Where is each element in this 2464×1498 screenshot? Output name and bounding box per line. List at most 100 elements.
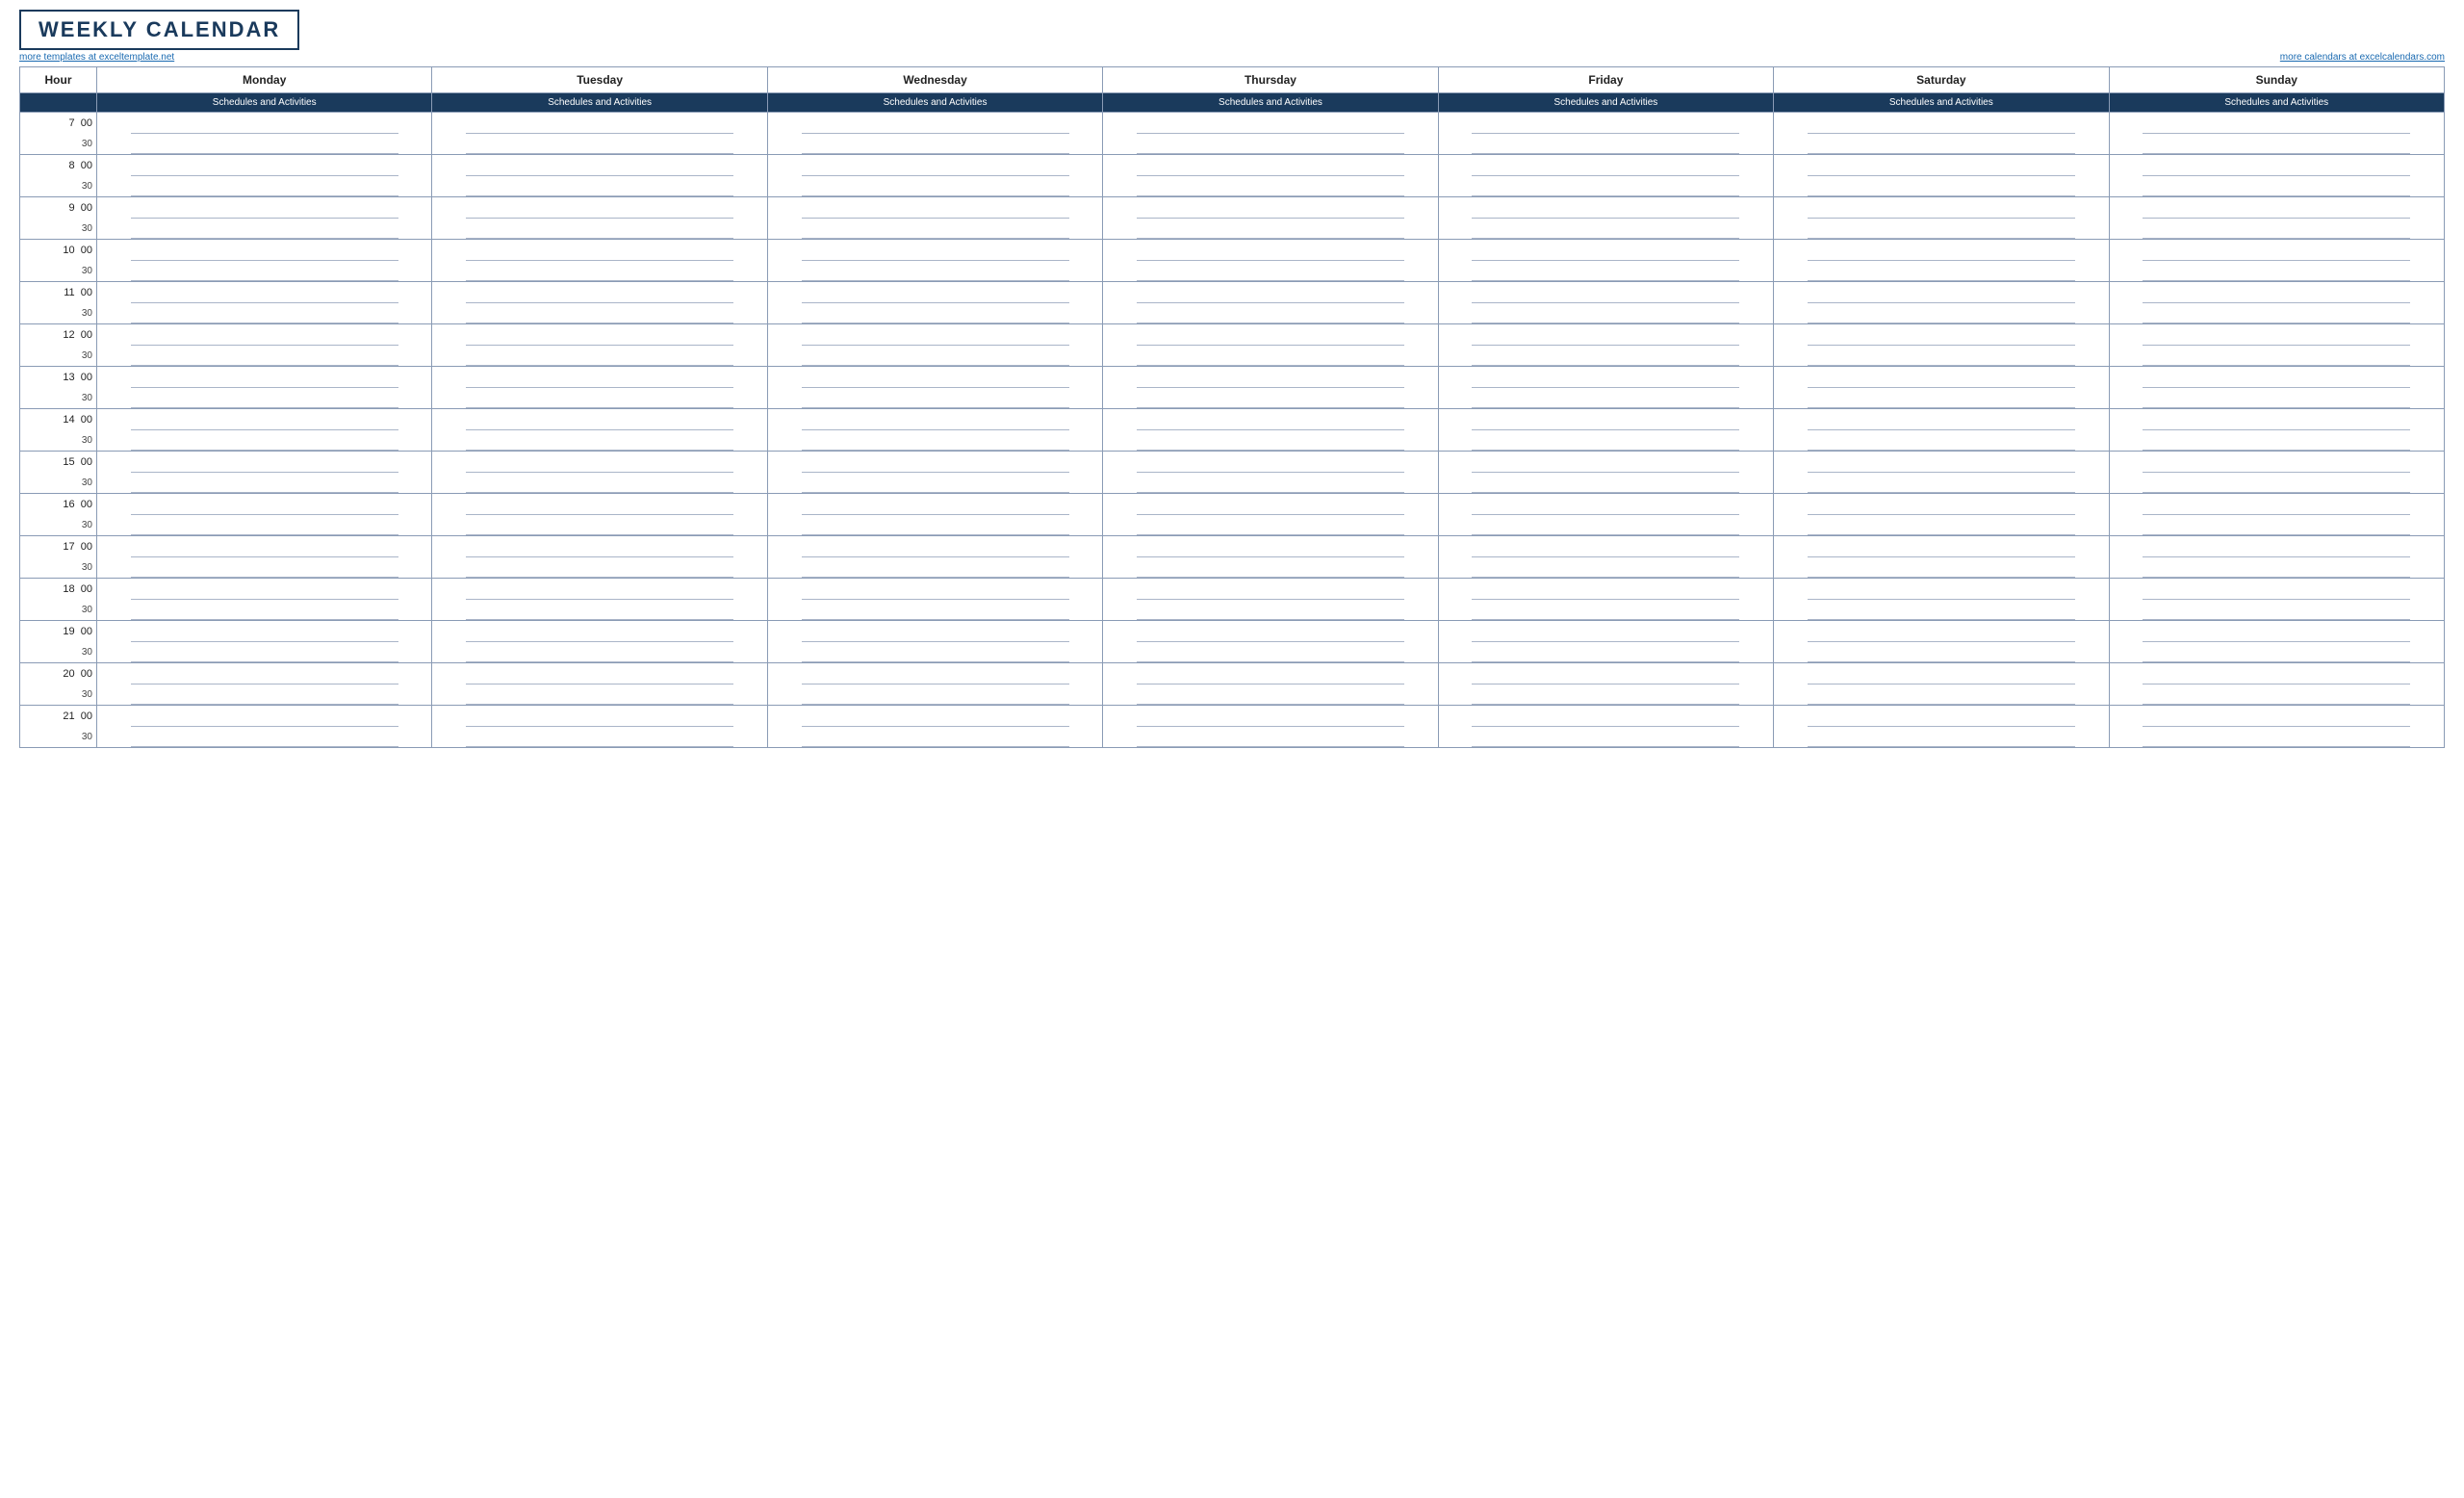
schedule-cell[interactable]: [767, 430, 1102, 452]
schedule-cell[interactable]: [1438, 642, 1773, 663]
schedule-cell[interactable]: [1103, 240, 1438, 261]
schedule-cell[interactable]: [1103, 303, 1438, 324]
schedule-cell[interactable]: [1438, 282, 1773, 303]
schedule-cell[interactable]: [97, 409, 432, 430]
schedule-cell[interactable]: [767, 367, 1102, 388]
schedule-cell[interactable]: [767, 261, 1102, 282]
schedule-cell[interactable]: [1774, 303, 2109, 324]
schedule-cell[interactable]: [432, 367, 767, 388]
schedule-cell[interactable]: [1103, 663, 1438, 684]
schedule-cell[interactable]: [2109, 197, 2444, 219]
schedule-cell[interactable]: [1438, 452, 1773, 473]
schedule-cell[interactable]: [2109, 324, 2444, 346]
schedule-cell[interactable]: [1103, 176, 1438, 197]
schedule-cell[interactable]: [2109, 452, 2444, 473]
schedule-cell[interactable]: [97, 134, 432, 155]
schedule-cell[interactable]: [97, 621, 432, 642]
link-right[interactable]: more calendars at excelcalendars.com: [2280, 52, 2445, 63]
schedule-cell[interactable]: [97, 176, 432, 197]
schedule-cell[interactable]: [432, 261, 767, 282]
schedule-cell[interactable]: [1438, 409, 1773, 430]
schedule-cell[interactable]: [432, 303, 767, 324]
schedule-cell[interactable]: [1438, 134, 1773, 155]
schedule-cell[interactable]: [97, 473, 432, 494]
schedule-cell[interactable]: [2109, 113, 2444, 134]
schedule-cell[interactable]: [1438, 155, 1773, 176]
schedule-cell[interactable]: [767, 663, 1102, 684]
schedule-cell[interactable]: [97, 452, 432, 473]
schedule-cell[interactable]: [97, 346, 432, 367]
schedule-cell[interactable]: [1103, 346, 1438, 367]
schedule-cell[interactable]: [1103, 430, 1438, 452]
schedule-cell[interactable]: [1774, 579, 2109, 600]
schedule-cell[interactable]: [97, 367, 432, 388]
schedule-cell[interactable]: [97, 515, 432, 536]
schedule-cell[interactable]: [1774, 473, 2109, 494]
schedule-cell[interactable]: [1774, 324, 2109, 346]
schedule-cell[interactable]: [432, 134, 767, 155]
schedule-cell[interactable]: [2109, 579, 2444, 600]
schedule-cell[interactable]: [1438, 473, 1773, 494]
schedule-cell[interactable]: [1438, 727, 1773, 748]
schedule-cell[interactable]: [1774, 452, 2109, 473]
schedule-cell[interactable]: [1103, 621, 1438, 642]
schedule-cell[interactable]: [432, 515, 767, 536]
schedule-cell[interactable]: [2109, 134, 2444, 155]
schedule-cell[interactable]: [2109, 282, 2444, 303]
schedule-cell[interactable]: [1438, 663, 1773, 684]
schedule-cell[interactable]: [2109, 536, 2444, 557]
schedule-cell[interactable]: [1438, 261, 1773, 282]
schedule-cell[interactable]: [1774, 346, 2109, 367]
schedule-cell[interactable]: [1438, 324, 1773, 346]
schedule-cell[interactable]: [2109, 684, 2444, 706]
schedule-cell[interactable]: [1103, 536, 1438, 557]
schedule-cell[interactable]: [1438, 197, 1773, 219]
schedule-cell[interactable]: [97, 684, 432, 706]
schedule-cell[interactable]: [432, 579, 767, 600]
schedule-cell[interactable]: [97, 600, 432, 621]
schedule-cell[interactable]: [767, 134, 1102, 155]
schedule-cell[interactable]: [1438, 557, 1773, 579]
schedule-cell[interactable]: [1774, 684, 2109, 706]
schedule-cell[interactable]: [1774, 176, 2109, 197]
schedule-cell[interactable]: [2109, 176, 2444, 197]
schedule-cell[interactable]: [432, 155, 767, 176]
schedule-cell[interactable]: [2109, 557, 2444, 579]
schedule-cell[interactable]: [1438, 219, 1773, 240]
schedule-cell[interactable]: [767, 388, 1102, 409]
schedule-cell[interactable]: [767, 452, 1102, 473]
schedule-cell[interactable]: [432, 219, 767, 240]
schedule-cell[interactable]: [97, 324, 432, 346]
schedule-cell[interactable]: [767, 197, 1102, 219]
schedule-cell[interactable]: [432, 642, 767, 663]
schedule-cell[interactable]: [1438, 176, 1773, 197]
schedule-cell[interactable]: [1774, 261, 2109, 282]
schedule-cell[interactable]: [2109, 494, 2444, 515]
schedule-cell[interactable]: [767, 621, 1102, 642]
schedule-cell[interactable]: [1103, 409, 1438, 430]
schedule-cell[interactable]: [432, 409, 767, 430]
schedule-cell[interactable]: [2109, 261, 2444, 282]
schedule-cell[interactable]: [1103, 367, 1438, 388]
schedule-cell[interactable]: [1438, 621, 1773, 642]
schedule-cell[interactable]: [1103, 388, 1438, 409]
schedule-cell[interactable]: [97, 197, 432, 219]
schedule-cell[interactable]: [1774, 663, 2109, 684]
schedule-cell[interactable]: [1103, 642, 1438, 663]
schedule-cell[interactable]: [1774, 727, 2109, 748]
schedule-cell[interactable]: [1438, 113, 1773, 134]
schedule-cell[interactable]: [1103, 113, 1438, 134]
schedule-cell[interactable]: [767, 536, 1102, 557]
schedule-cell[interactable]: [432, 557, 767, 579]
schedule-cell[interactable]: [2109, 515, 2444, 536]
schedule-cell[interactable]: [1103, 134, 1438, 155]
schedule-cell[interactable]: [1103, 727, 1438, 748]
schedule-cell[interactable]: [97, 642, 432, 663]
schedule-cell[interactable]: [97, 261, 432, 282]
schedule-cell[interactable]: [1774, 240, 2109, 261]
schedule-cell[interactable]: [432, 706, 767, 727]
schedule-cell[interactable]: [1103, 706, 1438, 727]
schedule-cell[interactable]: [432, 113, 767, 134]
schedule-cell[interactable]: [432, 663, 767, 684]
schedule-cell[interactable]: [97, 536, 432, 557]
